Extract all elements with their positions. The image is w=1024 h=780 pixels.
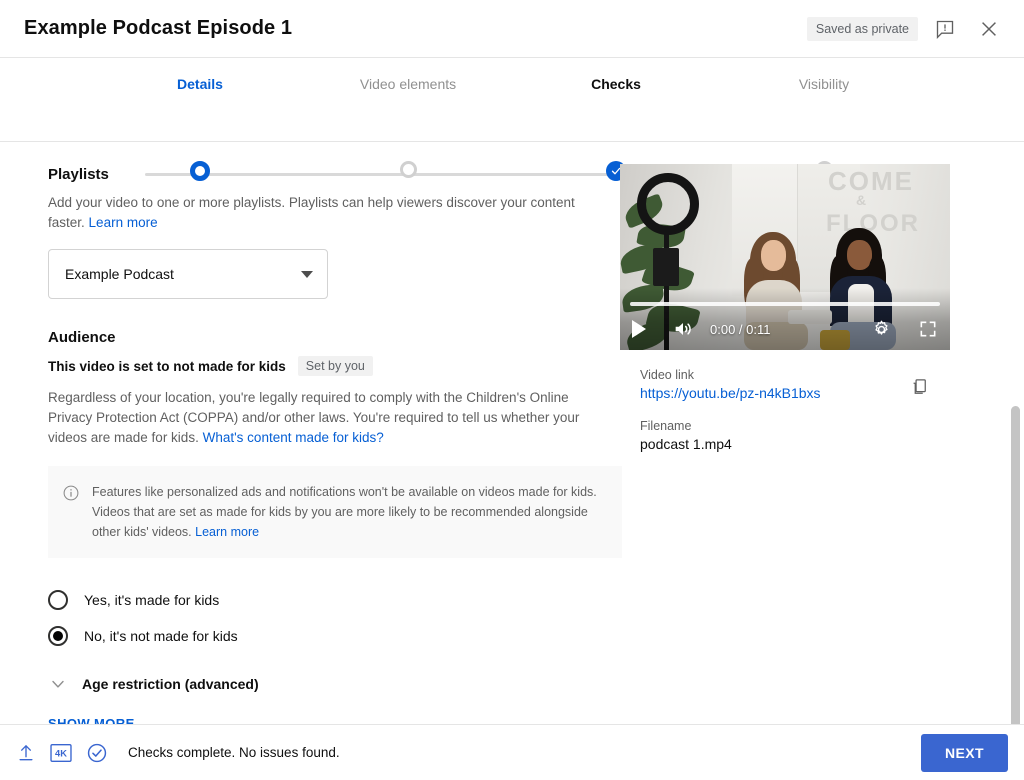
made-for-kids-info-box: Features like personalized ads and notif… <box>48 466 622 558</box>
player-time: 0:00 / 0:11 <box>710 322 770 337</box>
feedback-bubble-icon <box>935 19 955 39</box>
upload-dialog: Example Podcast Episode 1 Saved as priva… <box>0 0 1024 780</box>
info-circle-icon <box>62 484 80 507</box>
settings-button[interactable] <box>871 319 892 340</box>
playlist-select-value: Example Podcast <box>65 266 174 282</box>
show-more-button[interactable]: SHOW MORE <box>48 716 620 724</box>
play-icon <box>632 320 646 338</box>
volume-button[interactable] <box>672 318 694 340</box>
set-by-you-badge: Set by you <box>298 356 373 376</box>
upload-icon <box>16 743 36 763</box>
radio-row-yes[interactable]: Yes, it's made for kids <box>48 582 620 618</box>
upload-status-icons: 4K <box>16 742 108 764</box>
dialog-footer: 4K Checks complete. No issues found. NEX… <box>0 724 1024 780</box>
info-box-body: Features like personalized ads and notif… <box>92 485 597 539</box>
next-button[interactable]: NEXT <box>921 734 1008 772</box>
audience-set-text: This video is set to not made for kids <box>48 359 286 374</box>
svg-text:4K: 4K <box>55 748 67 758</box>
age-restriction-label: Age restriction (advanced) <box>82 676 259 692</box>
coppa-link[interactable]: What's content made for kids? <box>203 430 384 445</box>
form-column: Playlists Add your video to one or more … <box>0 142 620 724</box>
filename-value: podcast 1.mp4 <box>640 436 930 452</box>
step-label-checks[interactable]: Checks <box>512 76 720 92</box>
player-controls: 0:00 / 0:11 <box>620 308 950 350</box>
step-label-video-elements[interactable]: Video elements <box>304 76 512 92</box>
resolution-4k-badge-icon: 4K <box>50 743 72 763</box>
playlists-heading: Playlists <box>48 166 620 183</box>
volume-icon <box>672 318 694 340</box>
chevron-down-icon <box>48 674 68 694</box>
wall-text-decor: COME <box>828 166 914 197</box>
audience-description: Regardless of your location, you're lega… <box>48 388 600 448</box>
dialog-body: Playlists Add your video to one or more … <box>0 142 1024 724</box>
close-button[interactable] <box>972 12 1006 46</box>
dialog-header: Example Podcast Episode 1 Saved as priva… <box>0 0 1024 58</box>
play-button[interactable] <box>632 320 646 338</box>
video-preview-card: COME & FLOOR <box>620 164 950 452</box>
player-progress-bar[interactable] <box>630 302 940 306</box>
filename-label: Filename <box>640 419 930 433</box>
ring-light <box>637 173 699 235</box>
scrollbar-track[interactable] <box>1011 142 1020 724</box>
radio-no-made-for-kids[interactable] <box>48 626 68 646</box>
audience-section: Audience This video is set to not made f… <box>48 329 620 724</box>
video-player[interactable]: COME & FLOOR <box>620 164 950 350</box>
feedback-button[interactable] <box>928 12 962 46</box>
stepper-labels: Details Video elements Checks Visibility <box>96 76 928 92</box>
playlists-description: Add your video to one or more playlists.… <box>48 193 600 233</box>
ring-light-phone <box>653 248 679 286</box>
radio-row-no[interactable]: No, it's not made for kids <box>48 618 620 654</box>
wall-text-decor: & <box>856 192 868 208</box>
radio-label-yes: Yes, it's made for kids <box>84 592 219 608</box>
checks-status-text: Checks complete. No issues found. <box>128 745 340 760</box>
preview-column: COME & FLOOR <box>620 142 1024 724</box>
radio-yes-made-for-kids[interactable] <box>48 590 68 610</box>
copy-icon <box>909 377 929 397</box>
close-icon <box>978 18 1000 40</box>
info-box-learn-more-link[interactable]: Learn more <box>195 525 259 539</box>
upload-stepper: Details Video elements Checks Visibility <box>0 58 1024 142</box>
video-link-label: Video link <box>640 368 930 382</box>
fullscreen-icon <box>918 319 938 339</box>
playlists-learn-more-link[interactable]: Learn more <box>89 215 158 230</box>
age-restriction-toggle[interactable]: Age restriction (advanced) <box>48 674 620 694</box>
radio-label-no: No, it's not made for kids <box>84 628 238 644</box>
copy-link-button[interactable] <box>902 370 936 404</box>
filename-block: Filename podcast 1.mp4 <box>640 419 930 452</box>
info-box-text: Features like personalized ads and notif… <box>92 482 604 542</box>
gear-icon <box>871 319 892 340</box>
page-title: Example Podcast Episode 1 <box>24 17 292 40</box>
scrollbar-thumb[interactable] <box>1011 406 1020 724</box>
made-for-kids-radio-group: Yes, it's made for kids No, it's not mad… <box>48 582 620 654</box>
fullscreen-button[interactable] <box>918 319 938 339</box>
audience-set-line: This video is set to not made for kids S… <box>48 356 620 376</box>
playlist-select[interactable]: Example Podcast <box>48 249 328 299</box>
step-label-visibility[interactable]: Visibility <box>720 76 928 92</box>
step-label-details[interactable]: Details <box>96 76 304 92</box>
video-meta: Video link https://youtu.be/pz-n4kB1bxs … <box>620 350 950 452</box>
status-badge: Saved as private <box>807 17 918 41</box>
check-circle-icon <box>86 742 108 764</box>
header-actions: Saved as private <box>807 12 1006 46</box>
chevron-down-icon <box>301 271 313 278</box>
video-link-value[interactable]: https://youtu.be/pz-n4kB1bxs <box>640 385 821 401</box>
audience-heading: Audience <box>48 329 620 346</box>
video-link-block: Video link https://youtu.be/pz-n4kB1bxs <box>640 368 930 403</box>
